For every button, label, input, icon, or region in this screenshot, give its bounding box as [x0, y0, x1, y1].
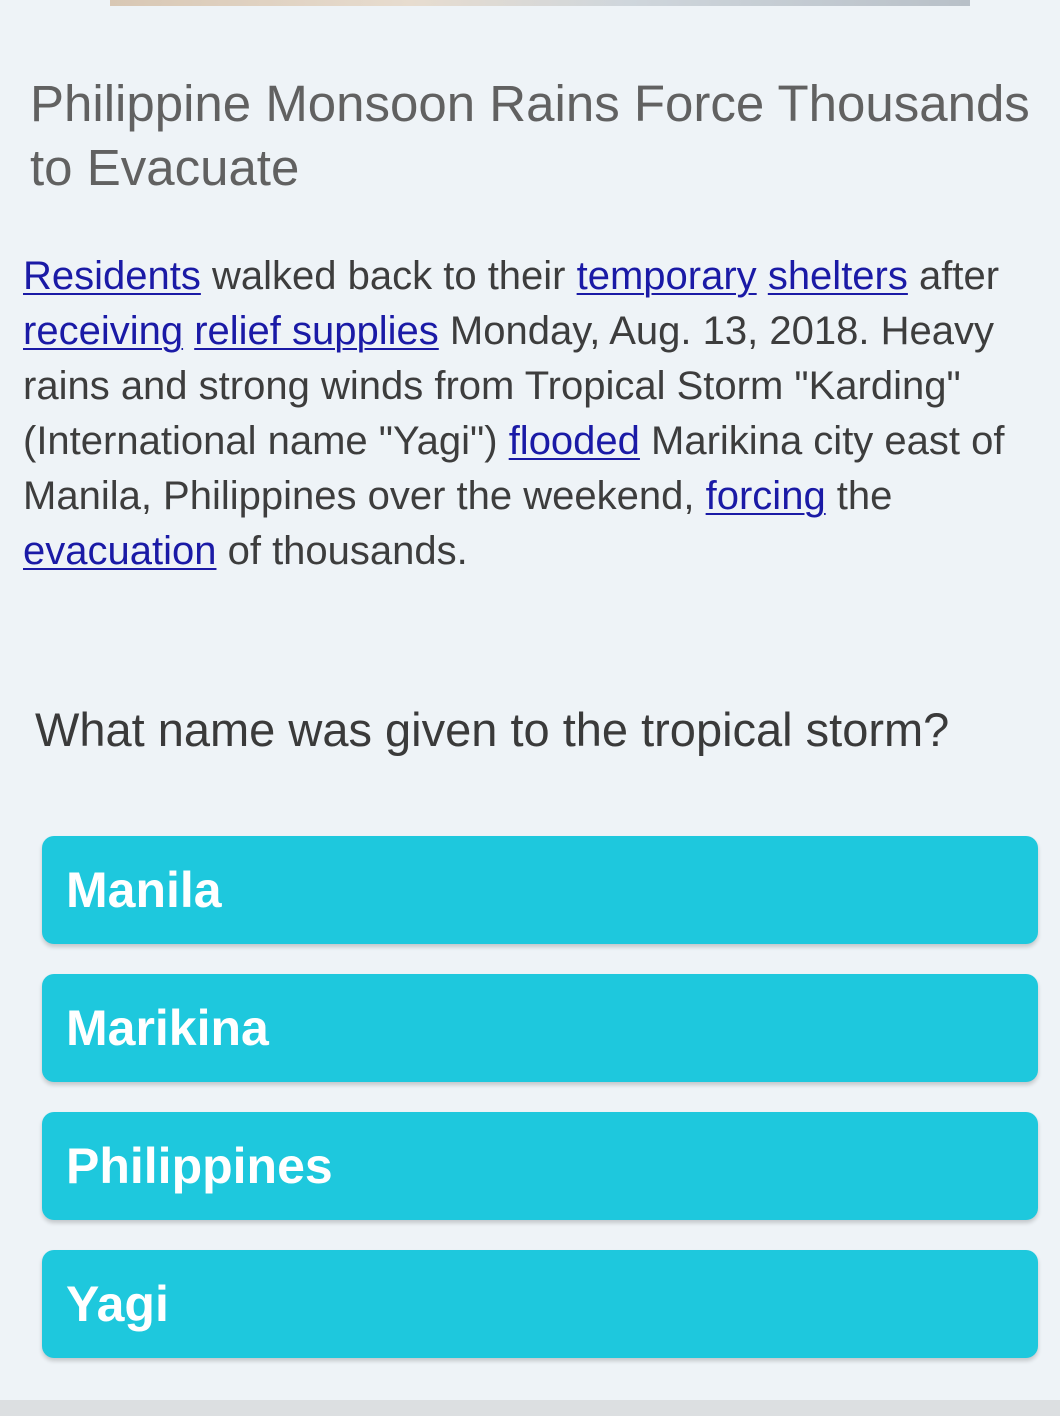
article-image-bottom-edge	[110, 0, 970, 6]
caption-text	[757, 254, 768, 298]
caption-text: of thousands.	[216, 529, 468, 573]
answer-option-label: Marikina	[66, 1000, 269, 1056]
vocab-link-flooded[interactable]: flooded	[509, 419, 640, 463]
vocab-link-shelters[interactable]: shelters	[768, 254, 908, 298]
article-headline: Philippine Monsoon Rains Force Thousands…	[30, 75, 1030, 196]
vocab-link-residents[interactable]: Residents	[23, 254, 201, 298]
quiz-question: What name was given to the tropical stor…	[35, 703, 950, 756]
answer-option-button[interactable]: Manila	[42, 836, 1038, 944]
answer-option-label: Yagi	[66, 1276, 169, 1332]
answer-option-label: Philippines	[66, 1138, 333, 1194]
answer-option-button[interactable]: Marikina	[42, 974, 1038, 1082]
answer-option-button[interactable]: Philippines	[42, 1112, 1038, 1220]
answer-option-label: Manila	[66, 862, 222, 918]
caption-text: after	[907, 254, 1000, 298]
caption-text: the	[825, 474, 893, 518]
caption-text: walked back to their	[200, 254, 577, 298]
vocab-link-forcing[interactable]: forcing	[706, 474, 826, 518]
caption-text	[183, 309, 194, 353]
vocab-link-receiving[interactable]: receiving	[23, 309, 183, 353]
vocab-link-temporary[interactable]: temporary	[577, 254, 757, 298]
vocab-link-relief-supplies[interactable]: relief supplies	[194, 309, 439, 353]
answer-option-button[interactable]: Yagi	[42, 1250, 1038, 1358]
bottom-navigation-edge	[0, 1400, 1060, 1416]
article-caption: Residents walked back to their temporary…	[23, 249, 1053, 579]
vocab-link-evacuation[interactable]: evacuation	[23, 529, 216, 573]
